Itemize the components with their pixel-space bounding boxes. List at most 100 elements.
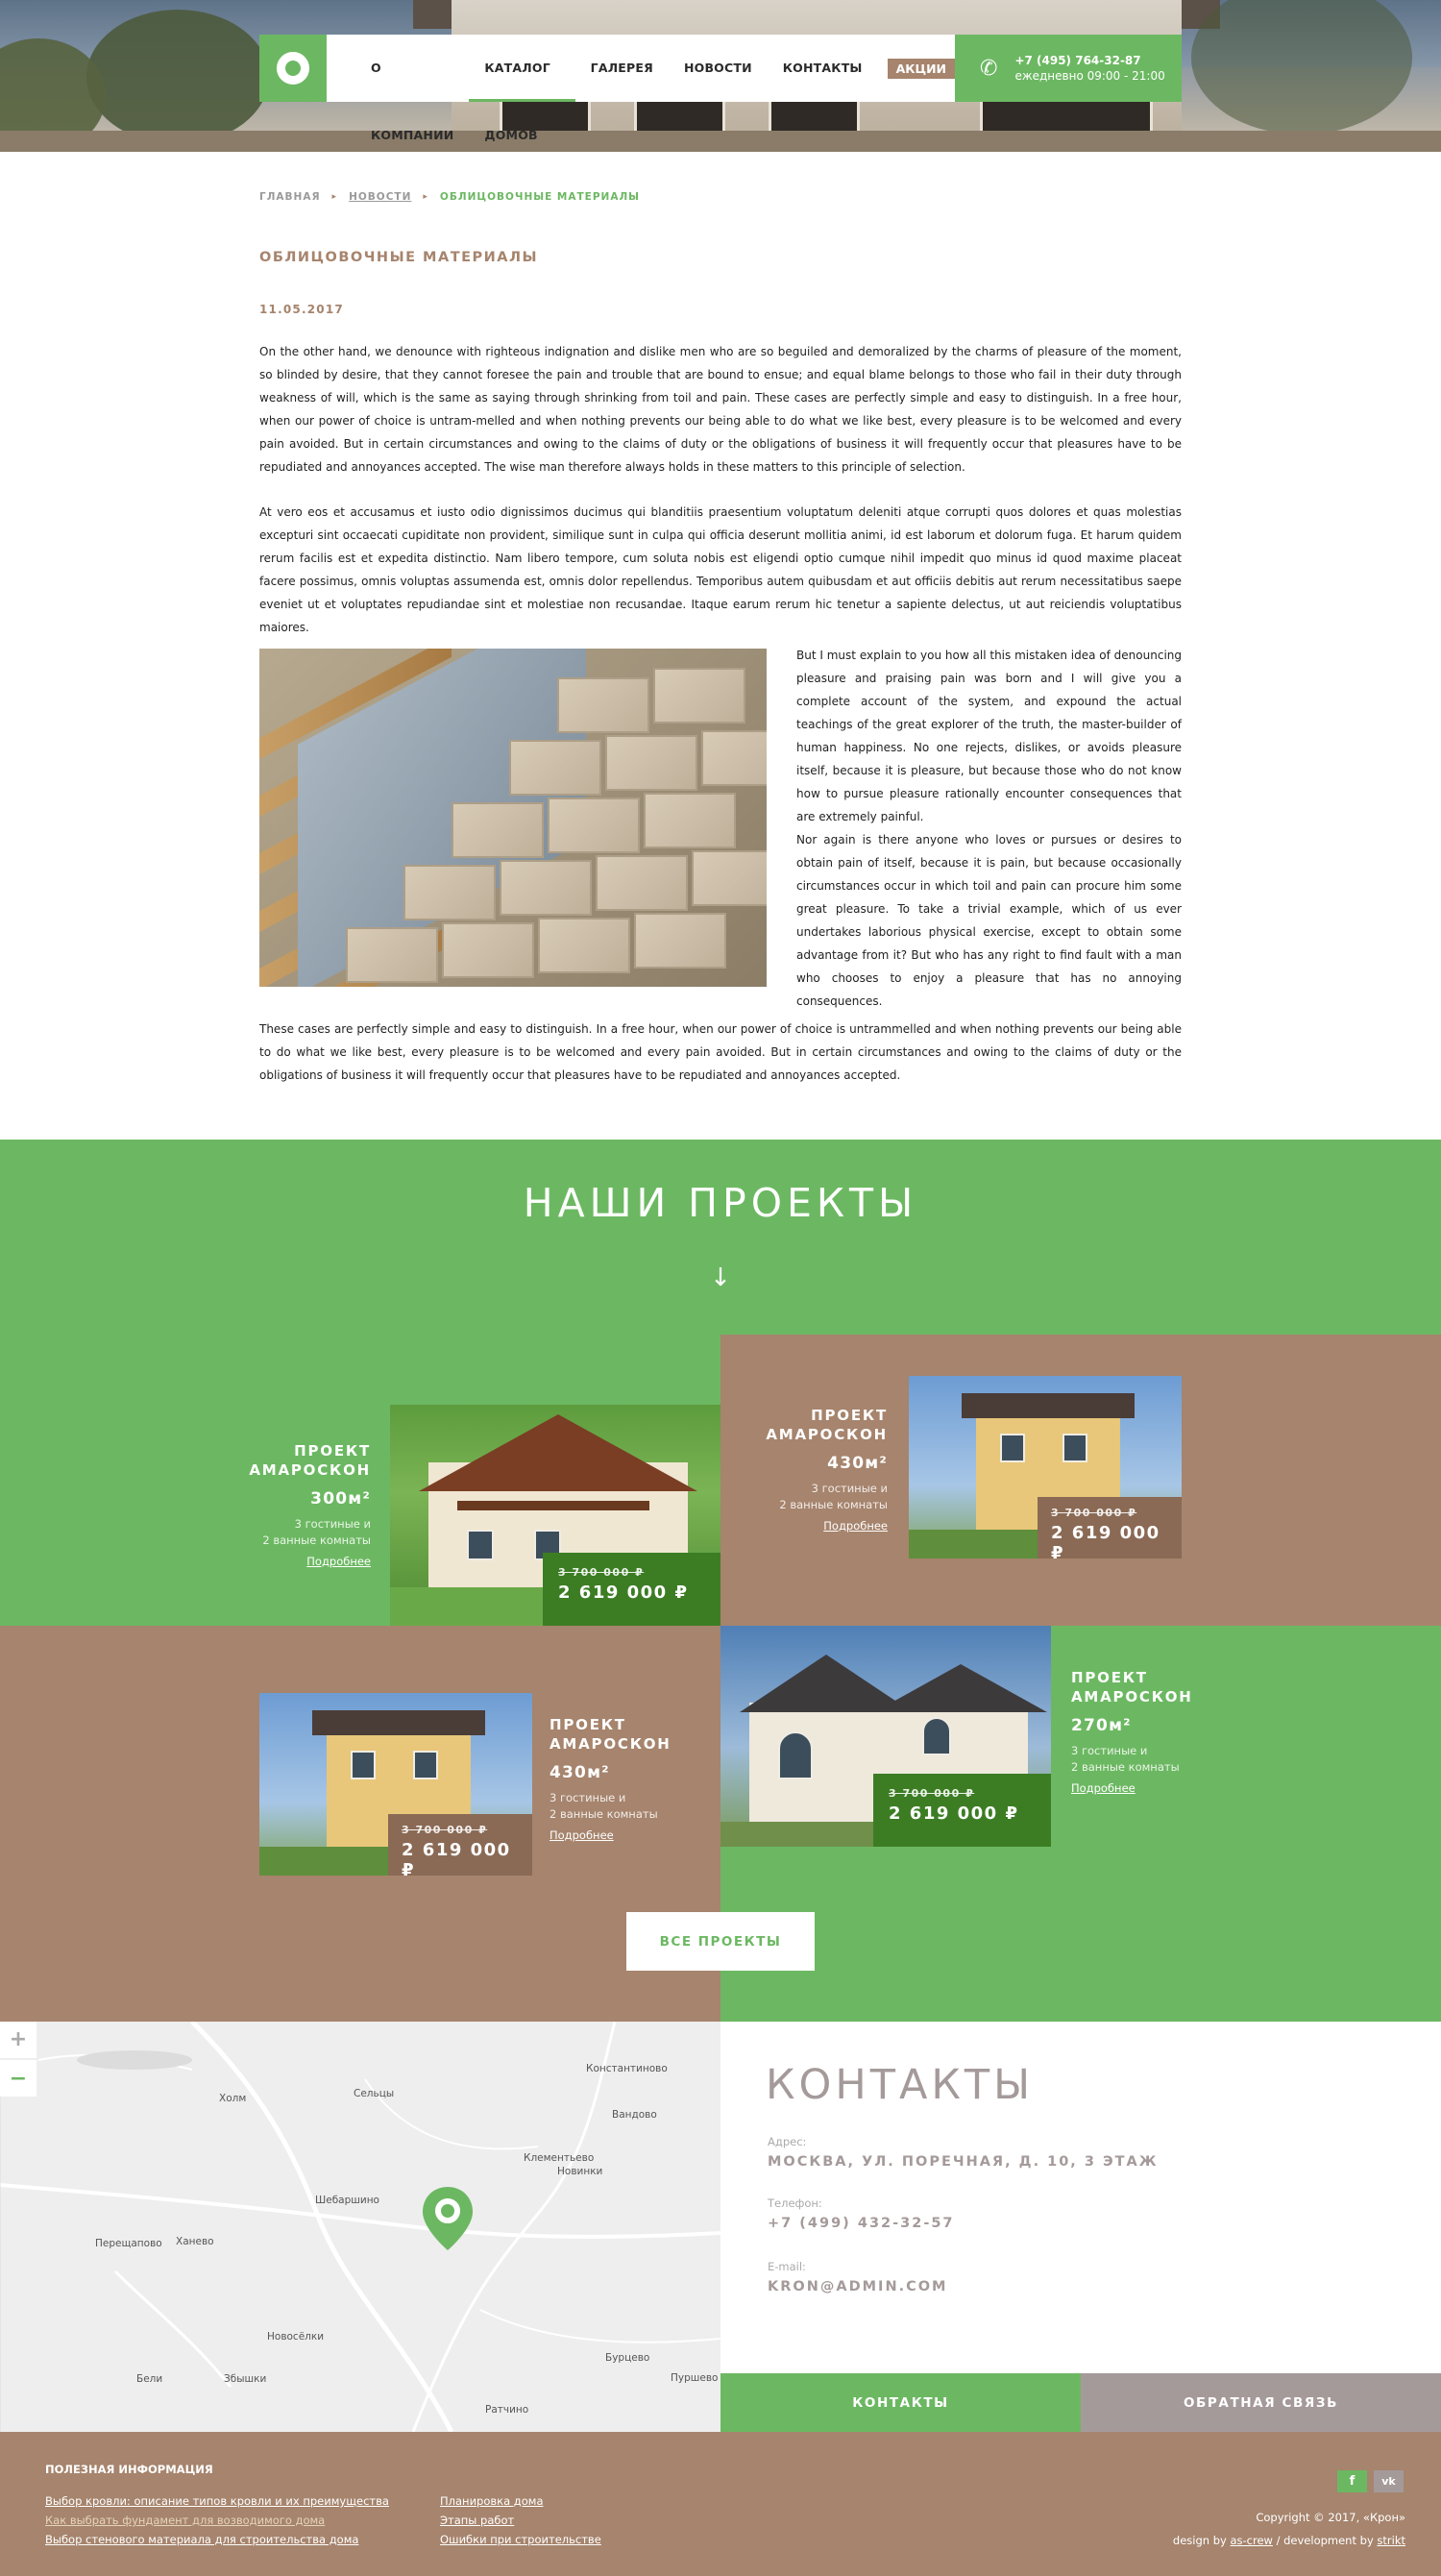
map-label: Ханево — [176, 2236, 214, 2247]
article-paragraph-1: On the other hand, we denounce with righ… — [259, 345, 1182, 474]
map-label: Клементьево — [524, 2152, 595, 2164]
credits: design by as-crew / development by strik… — [1172, 2534, 1405, 2547]
map-label: Бурцево — [605, 2352, 650, 2364]
project-card-1-info: ПРОЕКТ АМАРОСКОН 300м² 3 гостиные и2 ван… — [221, 1441, 371, 1568]
breadcrumb-separator-icon: ▸ — [331, 192, 338, 202]
menu-item-about[interactable]: О КОМПАНИИ — [355, 35, 469, 142]
phone-icon: ✆ — [980, 56, 998, 81]
footer-link-wall-material[interactable]: Выбор стенового материала для строительс… — [45, 2533, 358, 2546]
old-price: 3 700 000 ₽ — [1051, 1507, 1137, 1519]
article-paragraph-5: These cases are perfectly simple and eas… — [259, 1022, 1182, 1082]
project-area: 270м² — [1071, 1716, 1132, 1735]
project-name: ПРОЕКТ АМАРОСКОН — [766, 1407, 888, 1443]
article-title: ОБЛИЦОВОЧНЫЕ МАТЕРИАЛЫ — [259, 250, 539, 265]
email-value[interactable]: KRON@ADMIN.COM — [768, 2279, 948, 2294]
project-more-link[interactable]: Подробнее — [550, 1828, 713, 1842]
project-area: 300м² — [310, 1489, 371, 1509]
project-desc: 3 гостиные и2 ванные комнаты — [550, 1791, 658, 1821]
header-hours: ежедневно 09:00 - 21:00 — [1014, 69, 1165, 83]
project-desc: 3 гостиные и2 ванные комнаты — [779, 1482, 888, 1511]
vk-icon[interactable]: vk — [1374, 2470, 1404, 2492]
breadcrumb-separator-icon: ▸ — [423, 192, 428, 202]
project-card-2-info: ПРОЕКТ АМАРОСКОН 430м² 3 гостиные и2 ван… — [740, 1406, 888, 1533]
project-name: ПРОЕКТ АМАРОСКОН — [1071, 1669, 1193, 1705]
project-more-link[interactable]: Подробнее — [221, 1555, 371, 1568]
project-card-1-price: 3 700 000 ₽ 2 619 000 ₽ — [543, 1553, 720, 1626]
phone-value[interactable]: +7 (499) 432-32-57 — [768, 2216, 955, 2231]
menu-item-promo[interactable]: АКЦИИ — [887, 58, 955, 79]
projects-heading: НАШИ ПРОЕКТЫ — [523, 1180, 918, 1226]
contacts-heading: КОНТАКТЫ — [766, 2061, 1035, 2109]
map-label: Константиново — [586, 2063, 668, 2074]
project-card-4-price: 3 700 000 ₽ 2 619 000 ₽ — [873, 1774, 1051, 1847]
map-label: Бели — [136, 2373, 163, 2385]
map-label: Шебаршино — [315, 2195, 379, 2206]
design-credit-link[interactable]: as-crew — [1230, 2534, 1272, 2547]
menu-item-catalog[interactable]: КАТАЛОГ ДОМОВ — [469, 35, 575, 142]
project-desc: 3 гостиные и2 ванные комнаты — [1071, 1744, 1180, 1774]
article-image-facade-panels — [259, 649, 767, 987]
footer-link-planning[interactable]: Планировка дома — [440, 2494, 544, 2508]
footer-link-stages[interactable]: Этапы работ — [440, 2514, 514, 2527]
map-label: Холм — [219, 2093, 247, 2104]
map-label: Збышки — [224, 2373, 267, 2385]
footer-link-foundation[interactable]: Как выбрать фундамент для возводимого до… — [45, 2514, 325, 2527]
old-price: 3 700 000 ₽ — [558, 1566, 645, 1579]
footer-link-mistakes[interactable]: Ошибки при строительстве — [440, 2533, 601, 2546]
article-paragraph-4: Nor again is there anyone who loves or p… — [796, 833, 1182, 1008]
project-name: ПРОЕКТ АМАРОСКОН — [249, 1442, 371, 1479]
map-pin-icon[interactable] — [421, 2185, 475, 2252]
dev-credit-link[interactable]: strikt — [1377, 2534, 1405, 2547]
logo[interactable] — [259, 35, 327, 102]
map-label: Перещапово — [95, 2238, 162, 2249]
breadcrumb: ГЛАВНАЯ ▸ НОВОСТИ ▸ ОБЛИЦОВОЧНЫЕ МАТЕРИА… — [259, 191, 640, 203]
main-menu: О КОМПАНИИ КАТАЛОГ ДОМОВ ГАЛЕРЕЯ НОВОСТИ… — [327, 35, 955, 142]
facebook-icon[interactable]: f — [1337, 2470, 1367, 2492]
project-more-link[interactable]: Подробнее — [1071, 1781, 1234, 1795]
project-area: 430м² — [550, 1763, 610, 1782]
project-more-link[interactable]: Подробнее — [740, 1519, 888, 1533]
all-projects-button[interactable]: ВСЕ ПРОЕКТЫ — [626, 1912, 815, 1971]
menu-item-contacts[interactable]: КОНТАКТЫ — [768, 35, 878, 102]
phone-box[interactable]: ✆ +7 (495) 764-32-87 ежедневно 09:00 - 2… — [955, 35, 1182, 102]
ring-logo-icon — [277, 52, 309, 85]
new-price: 2 619 000 ₽ — [889, 1803, 1019, 1824]
breadcrumb-current: ОБЛИЦОВОЧНЫЕ МАТЕРИАЛЫ — [439, 191, 641, 203]
project-card-3-info: ПРОЕКТ АМАРОСКОН 430м² 3 гостиные и2 ван… — [550, 1715, 713, 1842]
map-label: Сельцы — [354, 2088, 395, 2099]
map-label: Вандово — [612, 2109, 657, 2121]
feedback-button[interactable]: ОБРАТНАЯ СВЯЗЬ — [1081, 2373, 1441, 2432]
menu-item-gallery[interactable]: ГАЛЕРЕЯ — [575, 35, 669, 102]
project-card-3-price: 3 700 000 ₽ 2 619 000 ₽ — [388, 1814, 532, 1880]
main-navbar: О КОМПАНИИ КАТАЛОГ ДОМОВ ГАЛЕРЕЯ НОВОСТИ… — [259, 35, 1182, 142]
contacts-button[interactable]: КОНТАКТЫ — [720, 2373, 1081, 2432]
project-name: ПРОЕКТ АМАРОСКОН — [550, 1716, 672, 1753]
article-paragraph-2: At vero eos et accusamus et iusto odio d… — [259, 505, 1182, 634]
footer-link-roof[interactable]: Выбор кровли: описание типов кровли и их… — [45, 2494, 389, 2508]
email-label: E-mail: — [768, 2260, 806, 2273]
new-price: 2 619 000 ₽ — [558, 1582, 689, 1603]
map-label: Ратчино — [485, 2404, 529, 2416]
project-desc: 3 гостиные и2 ванные комнаты — [262, 1517, 371, 1547]
zoom-out-button[interactable]: − — [0, 2060, 37, 2097]
map-label: Пуршево — [671, 2372, 719, 2384]
address-label: Адрес: — [768, 2135, 807, 2148]
old-price: 3 700 000 ₽ — [402, 1824, 488, 1836]
zoom-in-button[interactable]: + — [0, 2022, 37, 2058]
header-phone: +7 (495) 764-32-87 — [1014, 54, 1141, 67]
new-price: 2 619 000 ₽ — [1051, 1523, 1160, 1563]
footer-heading: ПОЛЕЗНАЯ ИНФОРМАЦИЯ — [45, 2463, 213, 2476]
map-label: Новосёлки — [267, 2331, 325, 2343]
map-label: Новинки — [557, 2166, 603, 2177]
phone-label: Телефон: — [768, 2196, 822, 2210]
projects-header-bg — [0, 1140, 1441, 1335]
project-card-4-info: ПРОЕКТ АМАРОСКОН 270м² 3 гостиные и2 ван… — [1071, 1668, 1234, 1795]
menu-item-news[interactable]: НОВОСТИ — [669, 35, 768, 102]
article-paragraph-3: But I must explain to you how all this m… — [796, 649, 1182, 823]
old-price: 3 700 000 ₽ — [889, 1787, 975, 1800]
map[interactable]: Константиново Сельцы Холм Вандово Клемен… — [0, 2022, 720, 2432]
breadcrumb-home[interactable]: ГЛАВНАЯ — [259, 191, 321, 203]
article-date: 11.05.2017 — [259, 303, 344, 316]
address-value: МОСКВА, УЛ. ПОРЕЧНАЯ, Д. 10, 3 ЭТАЖ — [768, 2154, 1159, 2170]
breadcrumb-news[interactable]: НОВОСТИ — [349, 191, 411, 203]
